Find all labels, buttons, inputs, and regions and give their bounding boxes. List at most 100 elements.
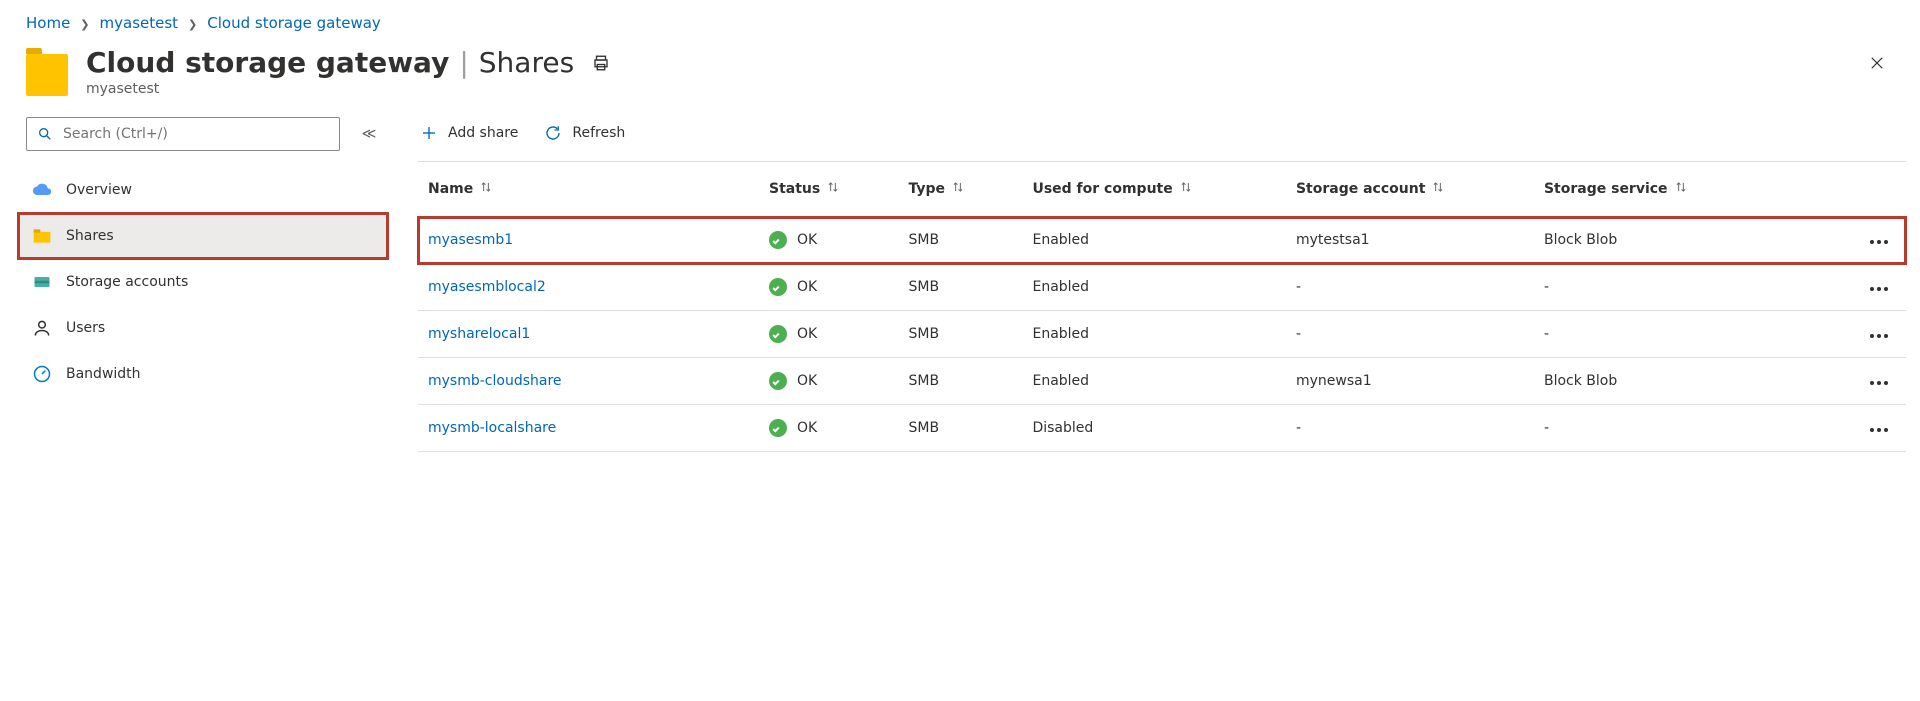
- column-label: Used for compute: [1032, 181, 1172, 197]
- breadcrumb-current[interactable]: Cloud storage gateway: [207, 14, 381, 32]
- page-title-sub: Shares: [479, 46, 574, 79]
- sidebar-item-bandwidth[interactable]: Bandwidth: [18, 351, 388, 397]
- sidebar-item-overview[interactable]: Overview: [18, 167, 388, 213]
- title-separator: |: [459, 46, 468, 79]
- sidebar-item-label: Users: [66, 320, 105, 336]
- page-header: Cloud storage gateway | Shares myasetest: [0, 40, 1920, 109]
- sidebar-item-label: Bandwidth: [66, 366, 141, 382]
- account-cell: mynewsa1: [1286, 358, 1534, 405]
- account-cell: mytestsa1: [1286, 217, 1534, 264]
- search-field[interactable]: [61, 125, 329, 143]
- search-input[interactable]: [26, 117, 340, 151]
- ok-icon: [769, 278, 787, 296]
- column-label: Status: [769, 181, 820, 197]
- column-header-name[interactable]: Name: [418, 162, 759, 217]
- type-cell: SMB: [898, 217, 1022, 264]
- compute-cell: Enabled: [1022, 217, 1286, 264]
- sidebar: ≪ Overview Shares Storage accounts Users…: [18, 109, 388, 452]
- breadcrumb: Home ❯ myasetest ❯ Cloud storage gateway: [0, 0, 1920, 40]
- sort-icon: [951, 180, 965, 198]
- column-header-actions: [1844, 162, 1906, 217]
- refresh-icon: [544, 124, 562, 142]
- status-text: OK: [797, 232, 817, 248]
- page-title-main: Cloud storage gateway: [86, 46, 449, 79]
- table-row[interactable]: mysmb-localshare OK SMB Disabled - -: [418, 405, 1906, 452]
- row-menu-button[interactable]: [1870, 334, 1888, 338]
- table-row[interactable]: mysharelocal1 OK SMB Enabled - -: [418, 311, 1906, 358]
- status-cell: OK: [769, 278, 888, 296]
- type-cell: SMB: [898, 264, 1022, 311]
- row-menu-button[interactable]: [1870, 287, 1888, 291]
- ok-icon: [769, 419, 787, 437]
- sort-icon: [1431, 180, 1445, 198]
- chevron-right-icon: ❯: [80, 19, 89, 30]
- service-cell: Block Blob: [1534, 217, 1844, 264]
- column-header-status[interactable]: Status: [759, 162, 898, 217]
- share-name[interactable]: mysharelocal1: [428, 326, 530, 342]
- share-name[interactable]: myasesmblocal2: [428, 279, 546, 295]
- status-text: OK: [797, 326, 817, 342]
- row-menu-button[interactable]: [1870, 428, 1888, 432]
- breadcrumb-home[interactable]: Home: [26, 14, 70, 32]
- column-header-compute[interactable]: Used for compute: [1022, 162, 1286, 217]
- share-name[interactable]: mysmb-cloudshare: [428, 373, 562, 389]
- column-label: Storage account: [1296, 181, 1425, 197]
- status-text: OK: [797, 279, 817, 295]
- table-row[interactable]: myasesmb1 OK SMB Enabled mytestsa1 Block…: [418, 217, 1906, 264]
- service-cell: -: [1534, 311, 1844, 358]
- sort-icon: [1674, 180, 1688, 198]
- type-cell: SMB: [898, 311, 1022, 358]
- refresh-label: Refresh: [572, 125, 625, 141]
- sort-icon: [826, 180, 840, 198]
- cloud-icon: [32, 180, 52, 200]
- ok-icon: [769, 325, 787, 343]
- row-menu-button[interactable]: [1870, 381, 1888, 385]
- refresh-button[interactable]: Refresh: [542, 120, 627, 146]
- table-row[interactable]: myasesmblocal2 OK SMB Enabled - -: [418, 264, 1906, 311]
- search-icon: [37, 126, 53, 142]
- breadcrumb-resource[interactable]: myasetest: [100, 14, 179, 32]
- folder-icon: [32, 226, 52, 246]
- sidebar-item-label: Overview: [66, 182, 132, 198]
- table-body: myasesmb1 OK SMB Enabled mytestsa1 Block…: [418, 217, 1906, 452]
- status-cell: OK: [769, 372, 888, 390]
- column-label: Type: [908, 181, 945, 197]
- type-cell: SMB: [898, 405, 1022, 452]
- page-title: Cloud storage gateway | Shares: [86, 46, 574, 79]
- row-menu-button[interactable]: [1870, 240, 1888, 244]
- status-cell: OK: [769, 325, 888, 343]
- share-name[interactable]: mysmb-localshare: [428, 420, 556, 436]
- sidebar-item-shares[interactable]: Shares: [18, 213, 388, 259]
- toolbar: Add share Refresh: [418, 109, 1906, 157]
- status-cell: OK: [769, 231, 888, 249]
- service-cell: -: [1534, 405, 1844, 452]
- page-subtitle: myasetest: [86, 81, 1860, 97]
- column-label: Storage service: [1544, 181, 1668, 197]
- share-name[interactable]: myasesmb1: [428, 232, 513, 248]
- status-text: OK: [797, 373, 817, 389]
- sidebar-nav: Overview Shares Storage accounts Users B…: [18, 167, 388, 397]
- compute-cell: Enabled: [1022, 358, 1286, 405]
- sidebar-item-storage-accounts[interactable]: Storage accounts: [18, 259, 388, 305]
- print-icon[interactable]: [592, 54, 610, 72]
- column-header-account[interactable]: Storage account: [1286, 162, 1534, 217]
- account-cell: -: [1286, 264, 1534, 311]
- service-cell: -: [1534, 264, 1844, 311]
- service-cell: Block Blob: [1534, 358, 1844, 405]
- table-row[interactable]: mysmb-cloudshare OK SMB Enabled mynewsa1…: [418, 358, 1906, 405]
- compute-cell: Enabled: [1022, 311, 1286, 358]
- collapse-sidebar-button[interactable]: ≪: [358, 123, 380, 145]
- close-button[interactable]: [1860, 46, 1894, 80]
- sort-icon: [1179, 180, 1193, 198]
- meter-icon: [32, 364, 52, 384]
- folder-icon: [26, 54, 68, 96]
- column-header-service[interactable]: Storage service: [1534, 162, 1844, 217]
- sidebar-item-label: Storage accounts: [66, 274, 188, 290]
- user-icon: [32, 318, 52, 338]
- account-cell: -: [1286, 311, 1534, 358]
- add-share-button[interactable]: Add share: [418, 120, 520, 146]
- table-header-row: Name Status Type Used for compute Storage ac…: [418, 162, 1906, 217]
- sidebar-item-users[interactable]: Users: [18, 305, 388, 351]
- column-header-type[interactable]: Type: [898, 162, 1022, 217]
- chevron-right-icon: ❯: [188, 19, 197, 30]
